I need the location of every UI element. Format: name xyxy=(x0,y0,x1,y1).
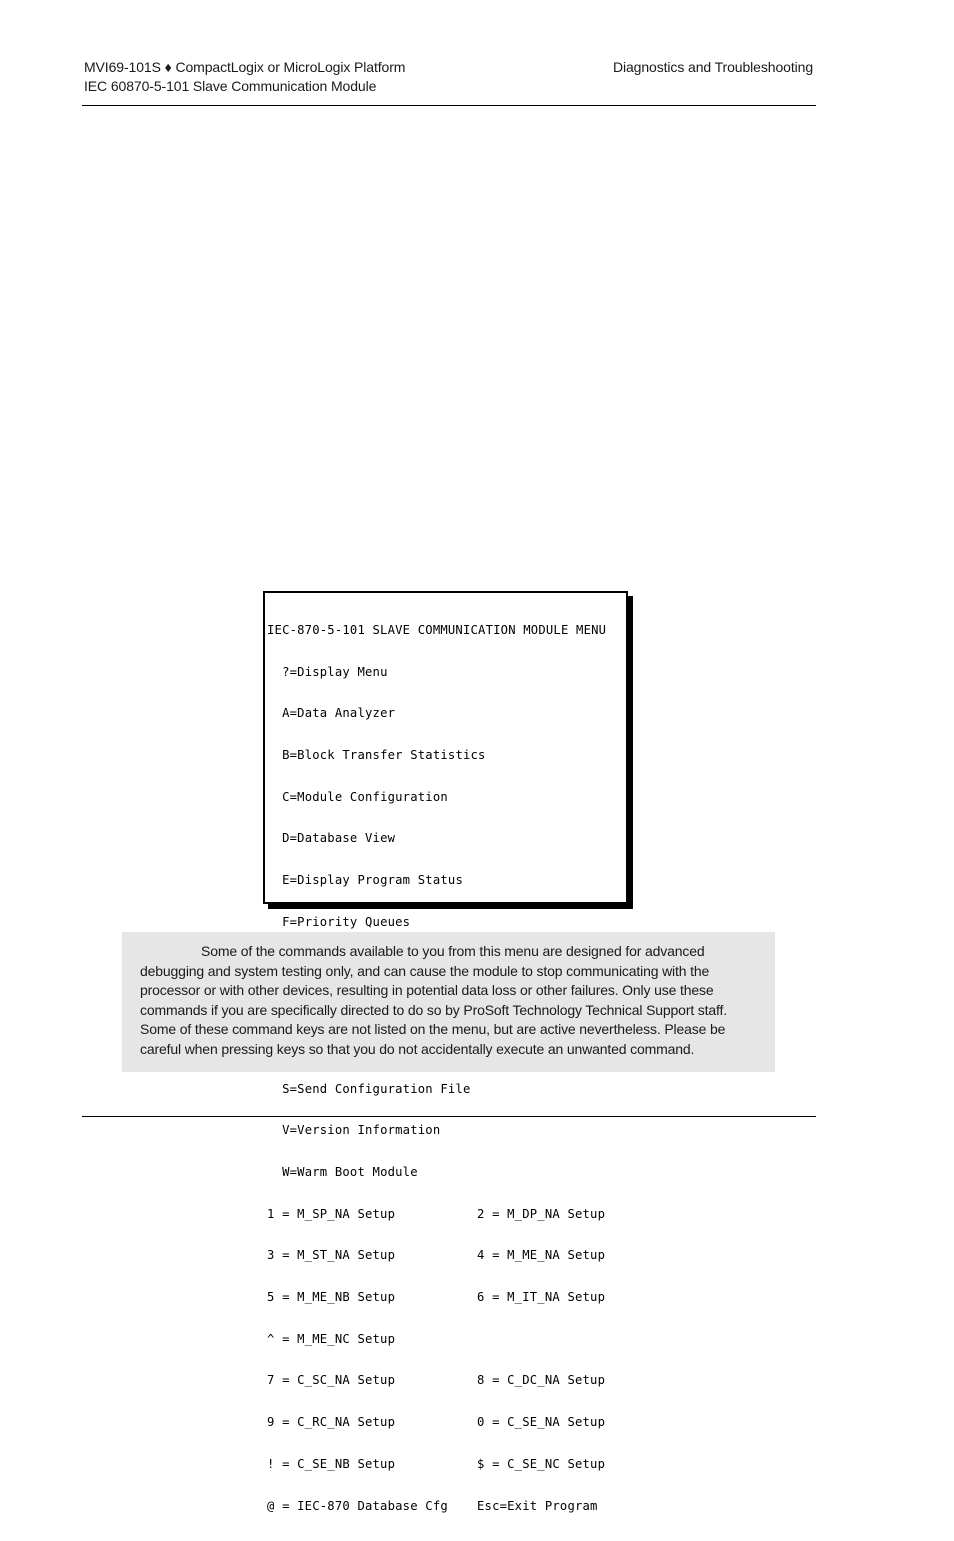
caution-note: Some of the commands available to you fr… xyxy=(122,932,775,1072)
setup-row: 7 = C_SC_NA Setup 8 = C_DC_NA Setup xyxy=(267,1373,606,1388)
menu-item: D=Database View xyxy=(282,831,396,846)
header-divider xyxy=(82,105,816,106)
menu-item: B=Block Transfer Statistics xyxy=(282,747,486,762)
setup-row: @ = IEC-870 Database Cfg Esc=Exit Program xyxy=(267,1498,598,1513)
header-product-title: MVI69-101S ♦ CompactLogix or MicroLogix … xyxy=(84,59,406,75)
header-module-title: IEC 60870-5-101 Slave Communication Modu… xyxy=(84,78,377,94)
setup-row: 1 = M_SP_NA Setup 2 = M_DP_NA Setup xyxy=(267,1206,606,1221)
terminal-menu-screenshot: IEC-870-5-101 SLAVE COMMUNICATION MODULE… xyxy=(263,591,628,1512)
menu-item: V=Version Information xyxy=(282,1123,441,1138)
setup-row: 5 = M_ME_NB Setup 6 = M_IT_NA Setup xyxy=(267,1290,606,1305)
setup-row: ! = C_SE_NB Setup $ = C_SE_NC Setup xyxy=(267,1456,606,1471)
footer-divider xyxy=(82,1116,816,1117)
menu-item: F=Priority Queues xyxy=(282,914,411,929)
menu-item: A=Data Analyzer xyxy=(282,706,396,721)
menu-item: C=Module Configuration xyxy=(282,789,448,804)
menu-item: S=Send Configuration File xyxy=(282,1081,471,1096)
menu-item: W=Warm Boot Module xyxy=(282,1164,418,1179)
caution-note-text: Some of the commands available to you fr… xyxy=(140,943,727,1057)
page-header-left: MVI69-101S ♦ CompactLogix or MicroLogix … xyxy=(84,58,405,96)
menu-item: ?=Display Menu xyxy=(282,664,388,679)
terminal-title: IEC-870-5-101 SLAVE COMMUNICATION MODULE… xyxy=(267,622,607,637)
header-section-title: Diagnostics and Troubleshooting xyxy=(612,59,813,75)
setup-row: 3 = M_ST_NA Setup 4 = M_ME_NA Setup xyxy=(267,1248,606,1263)
setup-row: ^ = M_ME_NC Setup xyxy=(267,1331,396,1346)
menu-item: E=Display Program Status xyxy=(282,873,463,888)
setup-row: 9 = C_RC_NA Setup 0 = C_SE_NA Setup xyxy=(267,1415,606,1430)
